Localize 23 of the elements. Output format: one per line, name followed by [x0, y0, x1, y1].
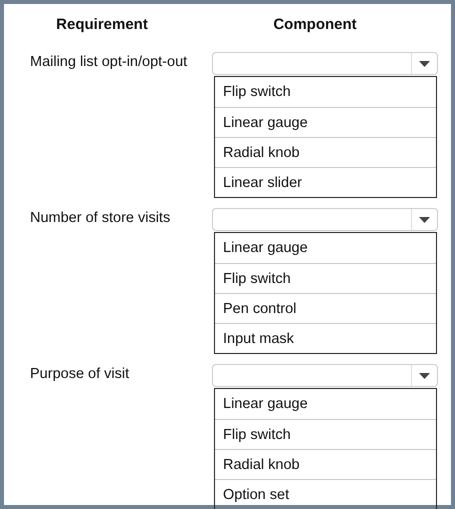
option-item[interactable]: Input mask [215, 323, 436, 353]
requirement-label: Mailing list opt-in/opt-out [29, 53, 188, 72]
requirement-label: Purpose of visit [29, 365, 130, 384]
option-item[interactable]: Flip switch [215, 77, 436, 107]
requirement-label: Number of store visits [29, 209, 172, 228]
option-item[interactable]: Radial knob [215, 137, 436, 167]
column-header: Component [272, 15, 358, 35]
column-header: Requirement [55, 15, 149, 35]
option-item[interactable]: Linear gauge [215, 233, 436, 263]
option-item[interactable]: Flip switch [215, 263, 436, 293]
option-item[interactable]: Linear gauge [215, 107, 436, 137]
option-item[interactable]: Radial knob [215, 449, 436, 479]
dropdown[interactable] [212, 364, 438, 387]
dropdown[interactable] [212, 52, 438, 75]
caret-icon [419, 216, 430, 222]
option-item[interactable]: Pen control [215, 293, 436, 323]
caret-icon [419, 60, 430, 66]
option-item[interactable]: Option set [215, 479, 436, 509]
option-item[interactable]: Linear gauge [215, 389, 436, 419]
option-item[interactable]: Flip switch [215, 419, 436, 449]
dropdown[interactable] [212, 208, 438, 231]
option-item[interactable]: Linear slider [215, 167, 436, 197]
caret-icon [419, 372, 430, 378]
